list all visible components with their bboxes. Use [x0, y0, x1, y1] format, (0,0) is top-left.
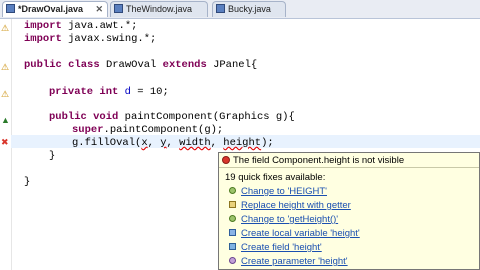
code-line-3: public class DrawOval extends JPanel{ [24, 59, 258, 71]
quick-fix-create-parameter[interactable]: Create parameter 'height' [229, 256, 348, 268]
quick-fix-replace-with-getter[interactable]: Replace height with getter [229, 200, 351, 212]
code-line-8: } [49, 150, 56, 162]
error-message: The field Component.height is not visibl… [219, 153, 479, 168]
quick-fix-link[interactable]: Create parameter 'height' [241, 256, 348, 267]
java-file-icon [114, 4, 123, 13]
local-variable-icon [229, 229, 236, 236]
code-line-9: } [24, 176, 31, 188]
quick-fix-link[interactable]: Change to 'getHeight()' [241, 214, 338, 225]
tab-drawoval[interactable]: *DrawOval.java ✕ [2, 1, 108, 17]
close-tab-icon[interactable]: ✕ [95, 2, 103, 17]
quick-fix-link[interactable]: Replace height with getter [241, 200, 351, 211]
code-line-1: import java.awt.*; [24, 20, 138, 32]
quick-fix-link[interactable]: Create field 'height' [241, 242, 322, 253]
quick-fix-change-to-getheight[interactable]: Change to 'getHeight()' [229, 214, 338, 226]
warning-marker-icon[interactable]: ⚠ [1, 90, 9, 99]
tab-label: TheWindow.java [126, 4, 193, 14]
code-line-2: import javax.swing.*; [24, 33, 157, 45]
quick-fix-create-field[interactable]: Create field 'height' [229, 242, 322, 254]
tab-label: *DrawOval.java [18, 4, 84, 14]
change-icon [229, 215, 236, 222]
java-file-icon [216, 4, 225, 13]
warning-marker-icon[interactable]: ⚠ [1, 63, 9, 72]
getter-icon [229, 201, 236, 208]
error-marker-icon[interactable]: ✖ [1, 138, 9, 147]
quick-fix-change-to-height[interactable]: Change to 'HEIGHT' [229, 186, 327, 198]
editor-tab-bar: *DrawOval.java ✕ TheWindow.java Bucky.ja… [0, 0, 480, 19]
code-line-7: g.fillOval(x, y, width, height); [72, 137, 274, 149]
quick-fix-create-local-variable[interactable]: Create local variable 'height' [229, 228, 360, 240]
tab-label: Bucky.java [228, 4, 271, 14]
quick-fix-count: 19 quick fixes available: [225, 172, 326, 183]
error-icon [222, 156, 230, 164]
error-message-text: The field Component.height is not visibl… [233, 155, 405, 166]
field-icon [229, 243, 236, 250]
java-file-icon [6, 4, 15, 13]
code-line-5: public void paintComponent(Graphics g){ [49, 111, 295, 123]
quick-fix-popup: The field Component.height is not visibl… [218, 152, 480, 270]
parameter-icon [229, 257, 236, 264]
code-line-4: private int d = 10; [49, 86, 169, 98]
tab-bucky[interactable]: Bucky.java [212, 1, 286, 17]
code-line-6: super.paintComponent(g); [72, 124, 224, 136]
quick-fix-link[interactable]: Create local variable 'height' [241, 228, 360, 239]
tab-thewindow[interactable]: TheWindow.java [110, 1, 208, 17]
change-icon [229, 187, 236, 194]
override-marker-icon[interactable]: ▲ [1, 116, 10, 125]
quick-fix-link[interactable]: Change to 'HEIGHT' [241, 186, 327, 197]
warning-marker-icon[interactable]: ⚠ [1, 24, 9, 33]
